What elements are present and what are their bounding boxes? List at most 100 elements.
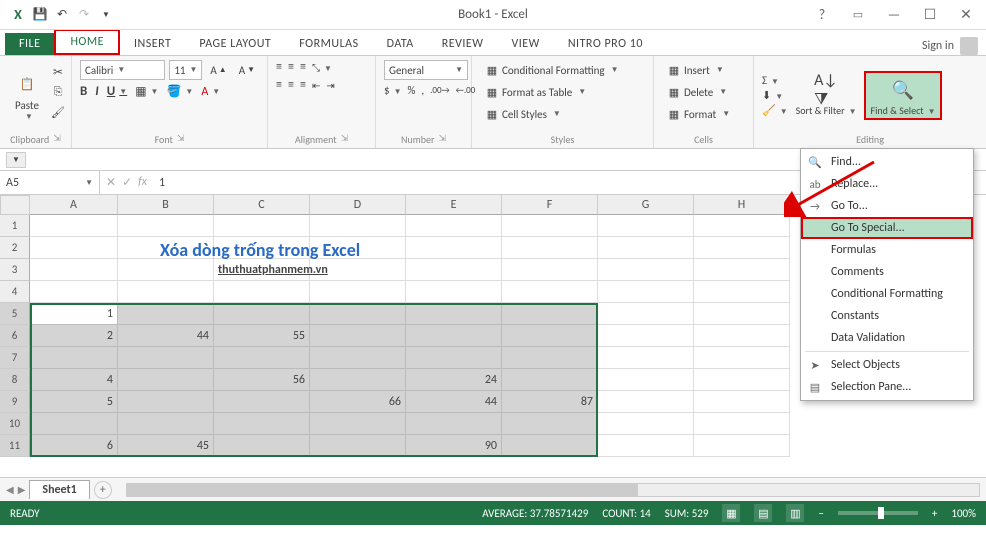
font-color-button[interactable]: A▼ bbox=[201, 85, 220, 99]
row-header-6[interactable]: 6 bbox=[0, 325, 30, 347]
cell-D9[interactable]: 66 bbox=[310, 391, 406, 413]
cell-D7[interactable] bbox=[310, 347, 406, 369]
zoom-in-button[interactable]: + bbox=[932, 507, 937, 520]
cells-format-button[interactable]: ▦Format▼ bbox=[662, 104, 745, 124]
add-sheet-button[interactable]: + bbox=[94, 481, 112, 499]
underline-button[interactable]: U▼ bbox=[107, 84, 127, 99]
find-select-button[interactable]: 🔍 Find & Select▼ bbox=[864, 71, 941, 121]
cell-B10[interactable] bbox=[118, 413, 214, 435]
col-header-G[interactable]: G bbox=[598, 195, 694, 215]
col-header-D[interactable]: D bbox=[310, 195, 406, 215]
tab-view[interactable]: VIEW bbox=[497, 33, 553, 55]
align-middle-icon[interactable]: ≡ bbox=[288, 60, 294, 74]
cell-C7[interactable] bbox=[214, 347, 310, 369]
tab-data[interactable]: DATA bbox=[373, 33, 428, 55]
number-format-combo[interactable]: General▼ bbox=[384, 60, 468, 80]
inc-decimal-button[interactable]: .00→ bbox=[430, 85, 450, 96]
cell-A7[interactable] bbox=[30, 347, 118, 369]
fill-color-button[interactable]: 🪣▼ bbox=[166, 84, 193, 99]
cell-F7[interactable] bbox=[502, 347, 598, 369]
cell-C5[interactable] bbox=[214, 303, 310, 325]
cell-E5[interactable] bbox=[406, 303, 502, 325]
cell-D4[interactable] bbox=[310, 281, 406, 303]
comma-button[interactable]: , bbox=[421, 84, 424, 97]
cell-E4[interactable] bbox=[406, 281, 502, 303]
cell-D8[interactable] bbox=[310, 369, 406, 391]
cells-insert-button[interactable]: ▦Insert▼ bbox=[662, 60, 745, 80]
cell-A9[interactable]: 5 bbox=[30, 391, 118, 413]
cell-F5[interactable] bbox=[502, 303, 598, 325]
cell-H5[interactable] bbox=[694, 303, 790, 325]
help-icon[interactable]: ? bbox=[810, 6, 834, 23]
cell-E7[interactable] bbox=[406, 347, 502, 369]
name-box[interactable]: A5▼ bbox=[0, 171, 100, 194]
tab-insert[interactable]: INSERT bbox=[120, 33, 185, 55]
align-top-icon[interactable]: ≡ bbox=[276, 60, 282, 74]
align-left-icon[interactable]: ≡ bbox=[276, 78, 282, 92]
grow-font-button[interactable]: A▲ bbox=[206, 62, 230, 79]
menu-goto-special[interactable]: Go To Special... bbox=[801, 217, 973, 239]
cell-B4[interactable] bbox=[118, 281, 214, 303]
row-header-2[interactable]: 2 bbox=[0, 237, 30, 259]
align-right-icon[interactable]: ≡ bbox=[300, 78, 306, 92]
menu-comments[interactable]: Comments bbox=[801, 261, 973, 283]
cell-G1[interactable] bbox=[598, 215, 694, 237]
menu-replace[interactable]: abReplace... bbox=[801, 173, 973, 195]
align-center-icon[interactable]: ≡ bbox=[288, 78, 294, 92]
cell-D5[interactable] bbox=[310, 303, 406, 325]
cell-E10[interactable] bbox=[406, 413, 502, 435]
col-header-B[interactable]: B bbox=[118, 195, 214, 215]
cell-G8[interactable] bbox=[598, 369, 694, 391]
zoom-out-button[interactable]: − bbox=[818, 507, 823, 520]
col-header-A[interactable]: A bbox=[30, 195, 118, 215]
col-header-C[interactable]: C bbox=[214, 195, 310, 215]
dialog-launcher-icon[interactable]: ⇲ bbox=[341, 133, 349, 146]
cell-F1[interactable] bbox=[502, 215, 598, 237]
cell-H10[interactable] bbox=[694, 413, 790, 435]
cell-E6[interactable] bbox=[406, 325, 502, 347]
dialog-launcher-icon[interactable]: ⇲ bbox=[53, 133, 61, 146]
cell-D6[interactable] bbox=[310, 325, 406, 347]
row-header-5[interactable]: 5 bbox=[0, 303, 30, 325]
bold-button[interactable]: B bbox=[80, 84, 87, 99]
sheet-next-icon[interactable]: ▶ bbox=[18, 483, 26, 496]
dialog-launcher-icon[interactable]: ⇲ bbox=[438, 133, 446, 146]
cell-E1[interactable] bbox=[406, 215, 502, 237]
cell-E2[interactable] bbox=[406, 237, 502, 259]
cell-G10[interactable] bbox=[598, 413, 694, 435]
cell-G3[interactable] bbox=[598, 259, 694, 281]
maximize-button[interactable]: ☐ bbox=[918, 6, 942, 23]
zoom-level[interactable]: 100% bbox=[951, 507, 976, 520]
cell-B7[interactable] bbox=[118, 347, 214, 369]
paste-button[interactable]: 📋 Paste ▼ bbox=[8, 60, 46, 131]
redo-icon[interactable]: ↷ bbox=[76, 7, 92, 23]
sort-filter-button[interactable]: A↓⧩ Sort & Filter▼ bbox=[792, 73, 861, 119]
row-header-9[interactable]: 9 bbox=[0, 391, 30, 413]
cell-styles-button[interactable]: ▦Cell Styles▼ bbox=[480, 104, 645, 124]
copy-icon[interactable]: ⎘ bbox=[50, 84, 66, 100]
cell-F3[interactable] bbox=[502, 259, 598, 281]
shrink-font-button[interactable]: A▼ bbox=[235, 62, 259, 79]
row-header-7[interactable]: 7 bbox=[0, 347, 30, 369]
cell-C1[interactable] bbox=[214, 215, 310, 237]
enter-formula-icon[interactable]: ✓ bbox=[122, 175, 132, 190]
cell-H6[interactable] bbox=[694, 325, 790, 347]
menu-selection-pane[interactable]: ▤Selection Pane... bbox=[801, 376, 973, 398]
cell-H7[interactable] bbox=[694, 347, 790, 369]
cell-F6[interactable] bbox=[502, 325, 598, 347]
select-all-corner[interactable] bbox=[0, 195, 30, 215]
cell-C4[interactable] bbox=[214, 281, 310, 303]
save-icon[interactable]: 💾 bbox=[32, 7, 48, 23]
cell-A4[interactable] bbox=[30, 281, 118, 303]
cell-H4[interactable] bbox=[694, 281, 790, 303]
cell-F8[interactable] bbox=[502, 369, 598, 391]
view-break-icon[interactable]: ▥ bbox=[786, 504, 804, 522]
tab-nitro[interactable]: NITRO PRO 10 bbox=[554, 33, 657, 55]
cell-H1[interactable] bbox=[694, 215, 790, 237]
font-size-combo[interactable]: 11▼ bbox=[169, 60, 202, 80]
cell-E9[interactable]: 44 bbox=[406, 391, 502, 413]
cell-C8[interactable]: 56 bbox=[214, 369, 310, 391]
col-header-E[interactable]: E bbox=[406, 195, 502, 215]
cell-F2[interactable] bbox=[502, 237, 598, 259]
col-header-F[interactable]: F bbox=[502, 195, 598, 215]
